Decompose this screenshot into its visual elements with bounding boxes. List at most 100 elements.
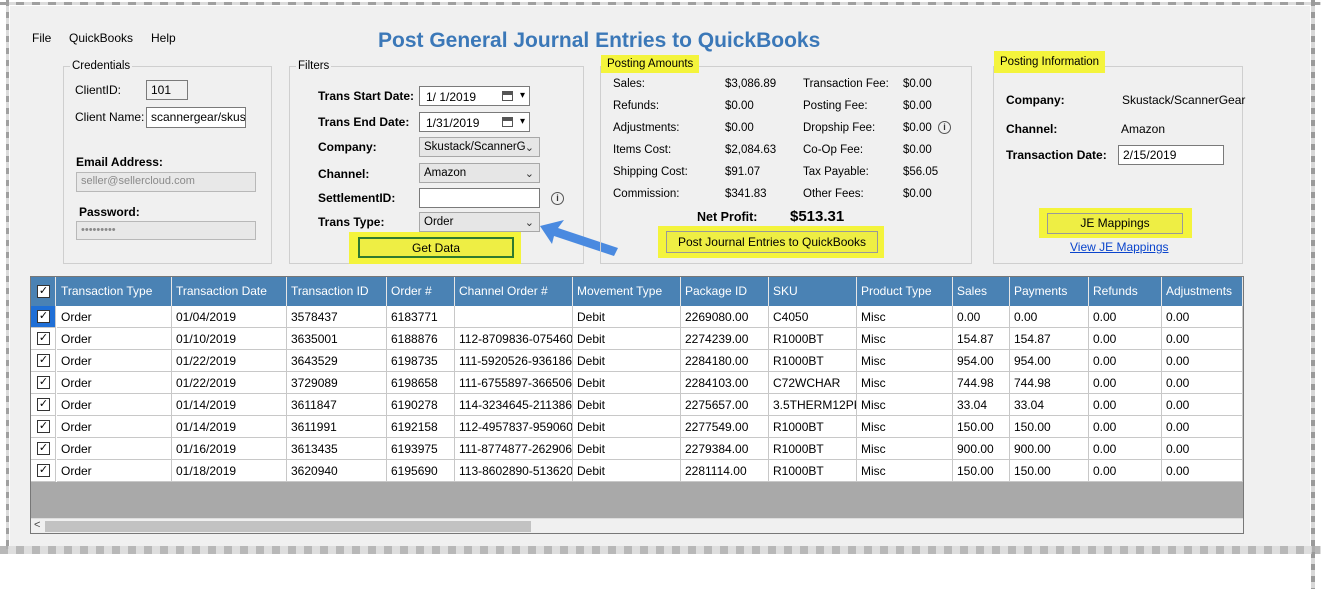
- table-cell[interactable]: Order: [57, 460, 172, 482]
- table-cell[interactable]: 0.00: [1162, 394, 1243, 416]
- row-checkbox[interactable]: ✓: [37, 420, 50, 433]
- client-id-field[interactable]: 101: [146, 80, 188, 100]
- table-cell[interactable]: 0.00: [1089, 438, 1162, 460]
- table-cell[interactable]: Misc: [857, 460, 953, 482]
- channel-select[interactable]: Amazon ⌄: [419, 163, 540, 183]
- table-cell[interactable]: 0.00: [1010, 306, 1089, 328]
- company-select[interactable]: Skustack/ScannerG ⌄: [419, 137, 540, 157]
- table-cell[interactable]: 0.00: [1089, 372, 1162, 394]
- column-header[interactable]: Product Type: [857, 277, 953, 306]
- column-header[interactable]: Transaction Date: [172, 277, 287, 306]
- table-cell[interactable]: 01/18/2019: [172, 460, 287, 482]
- transactions-grid[interactable]: ✓ Transaction Type Transaction Date Transa…: [30, 276, 1244, 534]
- table-cell[interactable]: 3635001: [287, 328, 387, 350]
- column-header[interactable]: Refunds: [1089, 277, 1162, 306]
- end-date-picker[interactable]: 1/31/2019 ▾: [419, 112, 530, 132]
- table-cell[interactable]: 3578437: [287, 306, 387, 328]
- table-cell[interactable]: 2279384.00: [681, 438, 769, 460]
- view-je-mappings-link[interactable]: View JE Mappings: [1070, 240, 1169, 254]
- table-cell[interactable]: 900.00: [1010, 438, 1089, 460]
- table-cell[interactable]: 0.00: [1162, 460, 1243, 482]
- table-cell[interactable]: 6198735: [387, 350, 455, 372]
- table-cell[interactable]: 6198658: [387, 372, 455, 394]
- table-cell[interactable]: R1000BT: [769, 328, 857, 350]
- table-cell[interactable]: 33.04: [953, 394, 1010, 416]
- table-row[interactable]: ✓ Order 01/22/2019 3643529 6198735 111-592052…: [31, 350, 1243, 372]
- horizontal-scrollbar[interactable]: <: [31, 518, 1243, 533]
- table-cell[interactable]: Order: [57, 328, 172, 350]
- table-cell[interactable]: 01/04/2019: [172, 306, 287, 328]
- table-cell[interactable]: Misc: [857, 350, 953, 372]
- table-cell[interactable]: Debit: [573, 416, 681, 438]
- column-header[interactable]: Movement Type: [573, 277, 681, 306]
- table-cell[interactable]: Order: [57, 306, 172, 328]
- table-cell[interactable]: Debit: [573, 460, 681, 482]
- table-cell[interactable]: 2275657.00: [681, 394, 769, 416]
- table-cell[interactable]: 01/10/2019: [172, 328, 287, 350]
- table-cell[interactable]: 6195690: [387, 460, 455, 482]
- table-cell[interactable]: Debit: [573, 394, 681, 416]
- table-cell[interactable]: 154.87: [1010, 328, 1089, 350]
- row-checkbox[interactable]: ✓: [37, 332, 50, 345]
- trans-type-select[interactable]: Order ⌄: [419, 212, 540, 232]
- table-cell[interactable]: 150.00: [1010, 460, 1089, 482]
- table-cell[interactable]: Order: [57, 438, 172, 460]
- table-row[interactable]: ✓ Order 01/18/2019 3620940 6195690 113-860289…: [31, 460, 1243, 482]
- table-cell[interactable]: Order: [57, 416, 172, 438]
- table-cell[interactable]: 111-5920526-9361860: [455, 350, 573, 372]
- column-header[interactable]: Package ID: [681, 277, 769, 306]
- table-row[interactable]: ✓ Order 01/10/2019 3635001 6188876 112-870983…: [31, 328, 1243, 350]
- table-cell[interactable]: 3643529: [287, 350, 387, 372]
- row-checkbox[interactable]: ✓: [37, 310, 50, 323]
- table-cell[interactable]: 2284103.00: [681, 372, 769, 394]
- table-cell[interactable]: 0.00: [1162, 372, 1243, 394]
- row-checkbox[interactable]: ✓: [37, 354, 50, 367]
- column-header[interactable]: Transaction ID: [287, 277, 387, 306]
- table-cell[interactable]: R1000BT: [769, 350, 857, 372]
- settlement-input[interactable]: [419, 188, 540, 208]
- table-cell[interactable]: 3729089: [287, 372, 387, 394]
- table-cell[interactable]: 3611991: [287, 416, 387, 438]
- table-cell[interactable]: 112-4957837-9590605: [455, 416, 573, 438]
- table-cell[interactable]: 6193975: [387, 438, 455, 460]
- table-cell[interactable]: 744.98: [1010, 372, 1089, 394]
- table-cell[interactable]: Order: [57, 394, 172, 416]
- table-cell[interactable]: 6183771: [387, 306, 455, 328]
- menu-quickbooks[interactable]: QuickBooks: [69, 31, 133, 45]
- table-cell[interactable]: R1000BT: [769, 460, 857, 482]
- table-cell[interactable]: 112-8709836-0754606: [455, 328, 573, 350]
- table-cell[interactable]: Misc: [857, 328, 953, 350]
- column-header[interactable]: Transaction Type: [57, 277, 172, 306]
- table-cell[interactable]: 01/22/2019: [172, 372, 287, 394]
- column-header[interactable]: Sales: [953, 277, 1010, 306]
- column-header[interactable]: Order #: [387, 277, 455, 306]
- table-cell[interactable]: 33.04: [1010, 394, 1089, 416]
- column-header[interactable]: Payments: [1010, 277, 1089, 306]
- table-cell[interactable]: 2277549.00: [681, 416, 769, 438]
- table-cell[interactable]: 3611847: [287, 394, 387, 416]
- table-cell[interactable]: Debit: [573, 306, 681, 328]
- column-header[interactable]: SKU: [769, 277, 857, 306]
- table-cell[interactable]: 0.00: [1089, 416, 1162, 438]
- post-journal-button[interactable]: Post Journal Entries to QuickBooks: [666, 231, 878, 253]
- email-field[interactable]: seller@sellercloud.com: [76, 172, 256, 192]
- table-cell[interactable]: 954.00: [953, 350, 1010, 372]
- table-cell[interactable]: R1000BT: [769, 438, 857, 460]
- start-date-picker[interactable]: 1/ 1/2019 ▾: [419, 86, 530, 106]
- table-cell[interactable]: 0.00: [1089, 306, 1162, 328]
- table-cell[interactable]: R1000BT: [769, 416, 857, 438]
- column-header[interactable]: Adjustments: [1162, 277, 1243, 306]
- table-cell[interactable]: 2284180.00: [681, 350, 769, 372]
- table-cell[interactable]: Debit: [573, 372, 681, 394]
- table-cell[interactable]: Misc: [857, 306, 953, 328]
- row-checkbox[interactable]: ✓: [37, 442, 50, 455]
- table-row[interactable]: ✓ Order 01/04/2019 3578437 6183771 Debit 22690…: [31, 306, 1243, 328]
- table-row[interactable]: ✓ Order 01/22/2019 3729089 6198658 111-675589…: [31, 372, 1243, 394]
- table-cell[interactable]: 114-3234645-2113869: [455, 394, 573, 416]
- table-cell[interactable]: 2281114.00: [681, 460, 769, 482]
- table-cell[interactable]: 150.00: [953, 460, 1010, 482]
- table-row[interactable]: ✓ Order 01/14/2019 3611991 6192158 112-495783…: [31, 416, 1243, 438]
- table-cell[interactable]: 01/22/2019: [172, 350, 287, 372]
- table-cell[interactable]: 6192158: [387, 416, 455, 438]
- info-icon[interactable]: i: [551, 192, 564, 205]
